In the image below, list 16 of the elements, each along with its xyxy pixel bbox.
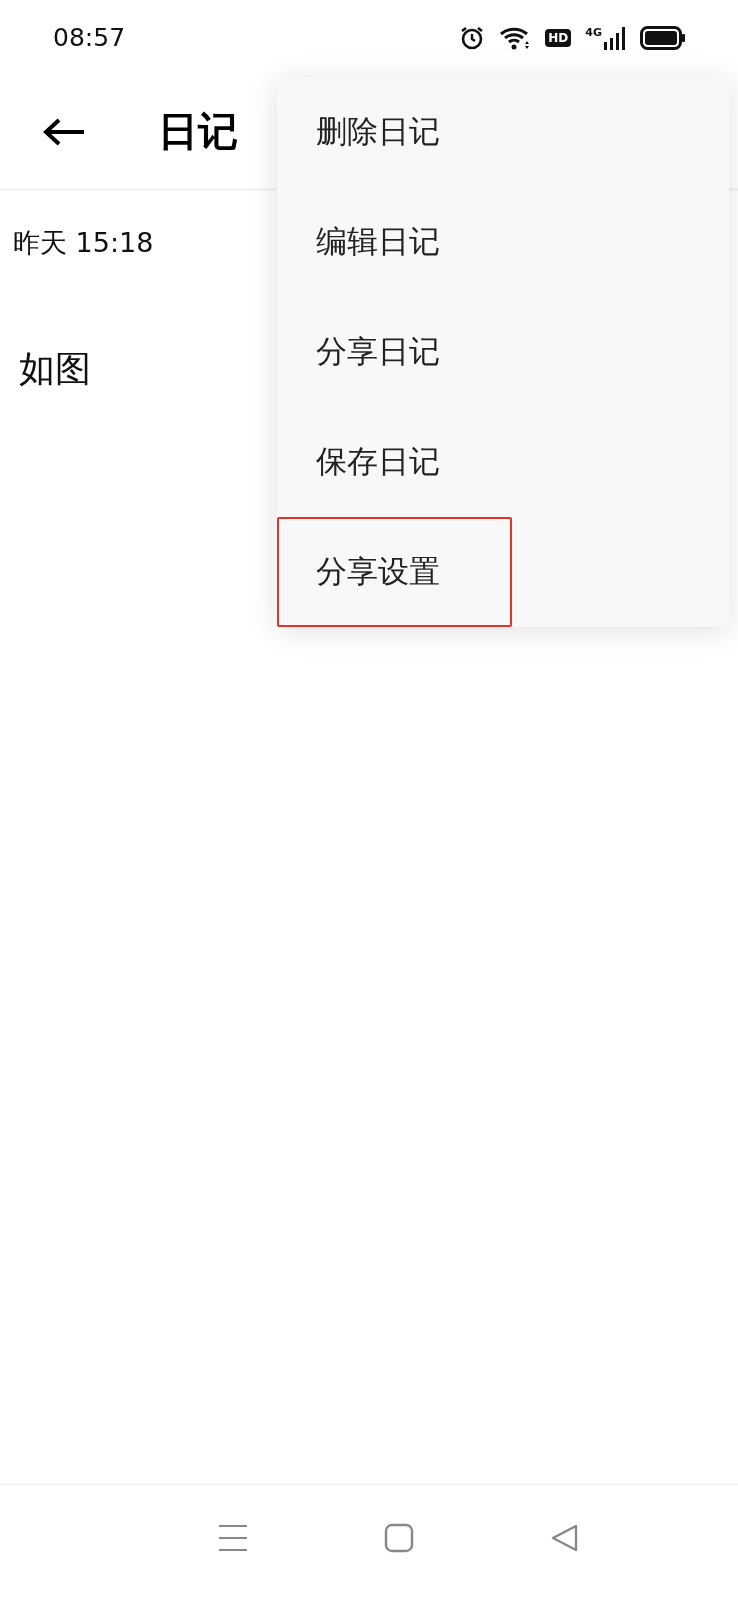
menu-item[interactable]: 分享设置 [277, 517, 512, 627]
battery-icon [640, 25, 686, 50]
diary-text: 如图 [19, 347, 91, 391]
hd-badge: HD [545, 28, 572, 47]
menu-item[interactable]: 分享日记 [277, 297, 729, 407]
menu-item[interactable]: 编辑日记 [277, 187, 729, 297]
menu-item[interactable]: 删除日记 [277, 77, 729, 187]
diary-date: 昨天 15:18 [13, 226, 154, 260]
wifi-icon [499, 25, 532, 50]
menu-item[interactable]: 保存日记 [277, 407, 729, 517]
home-icon[interactable] [384, 1523, 414, 1553]
back-icon[interactable] [550, 1523, 580, 1553]
menu-icon[interactable] [218, 1523, 248, 1553]
page-title: 日记 [158, 107, 238, 156]
cell-signal: 4G [585, 25, 626, 50]
status-time: 08:57 [53, 23, 126, 52]
